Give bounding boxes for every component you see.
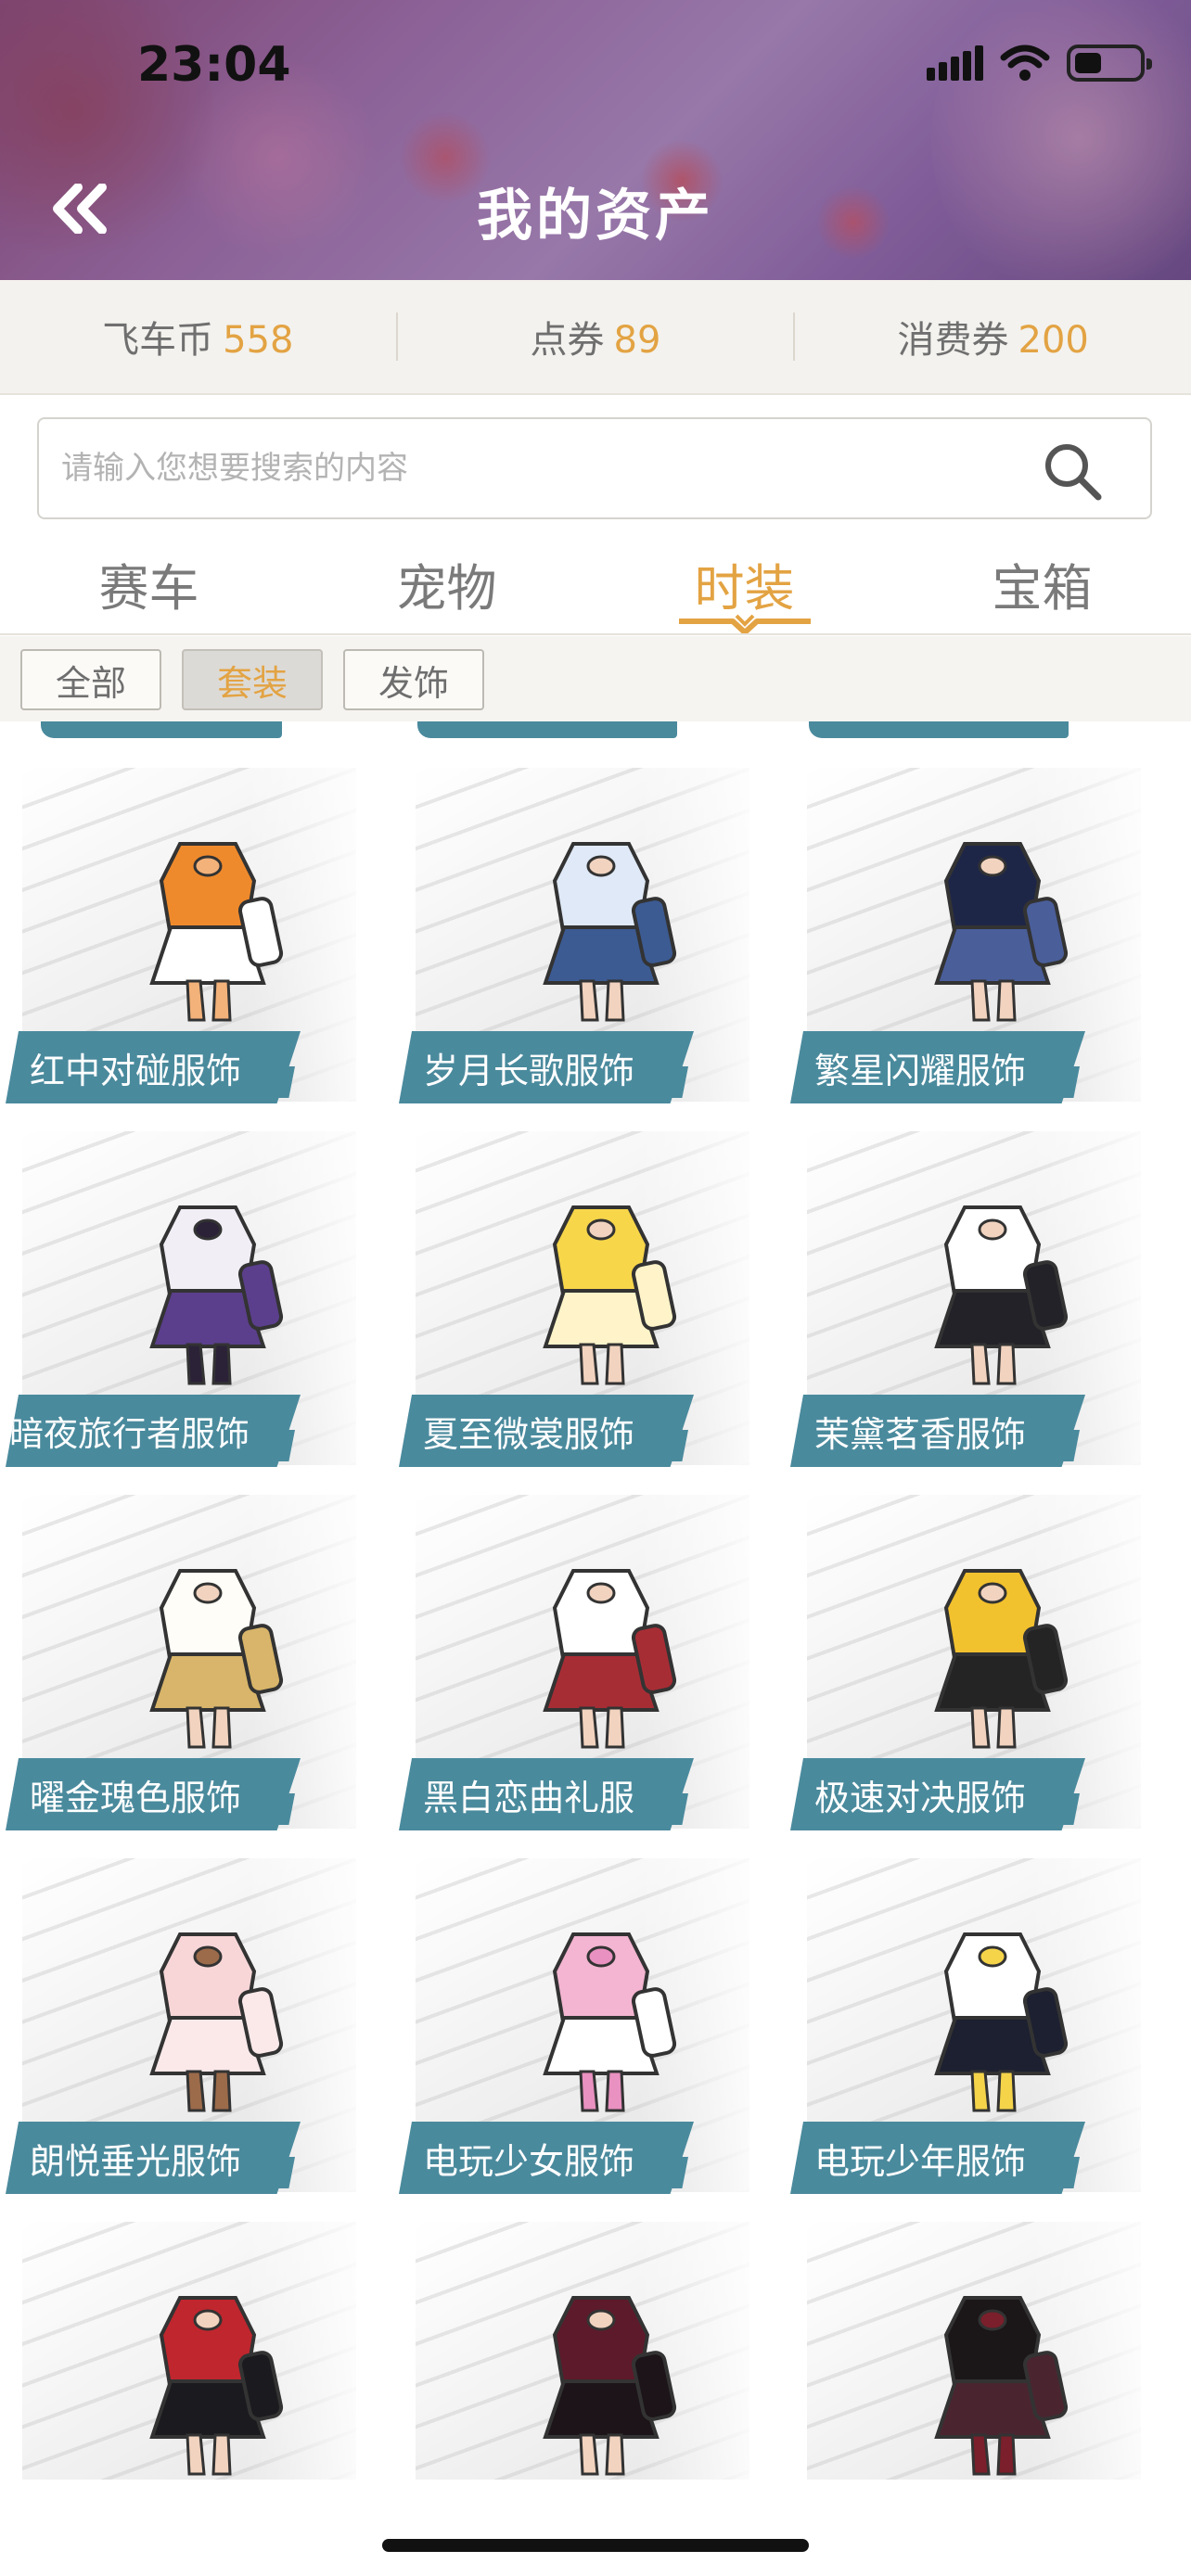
item-name-label: 繁星闪耀服饰 [790,1031,1085,1103]
search-box [37,417,1152,519]
currency-value: 89 [613,319,661,362]
item-grid: 红中对碰服饰 岁月长歌服饰 繁星闪耀服饰 暗夜旅行者服饰 夏至微裳服饰 茉黛茗香… [0,721,1191,2480]
scrolled-label-edge [417,721,677,738]
outfit-item-card[interactable]: 电玩少年服饰 [790,1858,1143,2203]
outfit-white-red-dress-icon [543,1569,677,1749]
item-name-label: 暗夜旅行者服饰 [6,1395,301,1467]
item-name-label: 岁月长歌服饰 [399,1031,694,1103]
battery-icon [1067,45,1152,82]
item-name-label: 黑白恋曲礼服 [399,1758,694,1830]
item-name-label: 夏至微裳服饰 [399,1395,694,1467]
currency-dianquan: 点券 89 [398,310,794,363]
outfit-item-card[interactable]: 曜金瑰色服饰 [6,1495,358,1840]
tab-pets[interactable]: 宠物 [298,538,596,634]
item-name-label: 朗悦垂光服饰 [6,2122,301,2194]
outfit-dark-red-dress-icon [543,2296,677,2476]
outfit-item-card[interactable]: 岁月长歌服饰 [399,768,751,1113]
outfit-pink-gamer-icon [543,1932,677,2112]
outfit-navy-star-dress-icon [934,842,1069,1022]
outfit-item-card[interactable]: 夏至微裳服饰 [399,1131,751,1476]
currency-label: 消费券 [897,319,1009,362]
divider [0,633,1191,635]
tab-chests[interactable]: 宝箱 [893,538,1191,634]
filter-hair-accessories[interactable]: 发饰 [343,649,484,710]
home-indicator [382,2539,809,2552]
filter-suits[interactable]: 套装 [182,649,323,710]
currency-feiche: 飞车币 558 [0,310,396,363]
outfit-item-card[interactable]: 极速对决服饰 [790,1495,1143,1840]
outfit-item-card[interactable] [6,2222,358,2480]
tab-cars[interactable]: 赛车 [0,538,298,634]
item-name-label: 电玩少年服饰 [790,2122,1085,2194]
currency-value: 558 [223,319,294,362]
filter-bar: 全部 套装 发饰 [0,636,1191,721]
outfit-item-card[interactable]: 黑白恋曲礼服 [399,1495,751,1840]
outfit-item-card[interactable]: 朗悦垂光服饰 [6,1858,358,2203]
item-name-label: 极速对决服饰 [790,1758,1085,1830]
outfit-white-gold-dress-icon [149,1569,284,1749]
outfit-item-card[interactable] [790,2222,1143,2480]
status-time: 23:04 [137,37,291,93]
currency-label: 点券 [530,319,605,362]
tab-fashion[interactable]: 时装 [596,538,893,635]
scrolled-label-edge [41,721,282,738]
outfit-item-card[interactable]: 茉黛茗香服饰 [790,1131,1143,1476]
item-name-label: 茉黛茗香服饰 [790,1395,1085,1467]
currency-bar: 飞车币 558 点券 89 消费券 200 [0,280,1191,395]
outfit-black-suit-icon [934,2296,1069,2476]
outfit-white-black-gamer-icon [934,1932,1069,2112]
outfit-blue-dress-icon [543,842,677,1022]
outfit-orange-white-icon [149,842,284,1022]
outfit-item-card[interactable]: 电玩少女服饰 [399,1858,751,2203]
outfit-item-card[interactable]: 红中对碰服饰 [6,768,358,1113]
currency-value: 200 [1018,319,1089,362]
search-icon[interactable] [1041,440,1106,504]
outfit-purple-icon [149,1205,284,1385]
outfit-yellow-black-icon [934,1569,1069,1749]
item-name-label: 红中对碰服饰 [6,1031,301,1103]
outfit-item-card[interactable]: 暗夜旅行者服饰 [6,1131,358,1476]
status-icons [927,45,1152,82]
item-name-label: 曜金瑰色服饰 [6,1758,301,1830]
cellular-signal-icon [927,45,983,81]
item-name-label: 电玩少女服饰 [399,2122,694,2194]
outfit-yellow-dress-icon [543,1205,677,1385]
outfit-red-black-icon [149,2296,284,2476]
outfit-black-white-dress-icon [934,1205,1069,1385]
scrolled-label-edge [809,721,1069,738]
wifi-icon [1000,45,1050,81]
currency-label: 飞车币 [102,319,214,362]
page-title: 我的资产 [477,184,714,249]
filter-all[interactable]: 全部 [20,649,161,710]
search-input[interactable] [61,438,1035,499]
header-banner: 23:04 我的资产 [0,0,1191,280]
outfit-pink-dress-icon [149,1932,284,2112]
outfit-item-card[interactable]: 繁星闪耀服饰 [790,768,1143,1113]
currency-xiaofeiquan: 消费券 200 [795,310,1191,363]
outfit-item-card[interactable] [399,2222,751,2480]
category-tabs: 赛车 宠物 时装 宝箱 [0,538,1191,635]
